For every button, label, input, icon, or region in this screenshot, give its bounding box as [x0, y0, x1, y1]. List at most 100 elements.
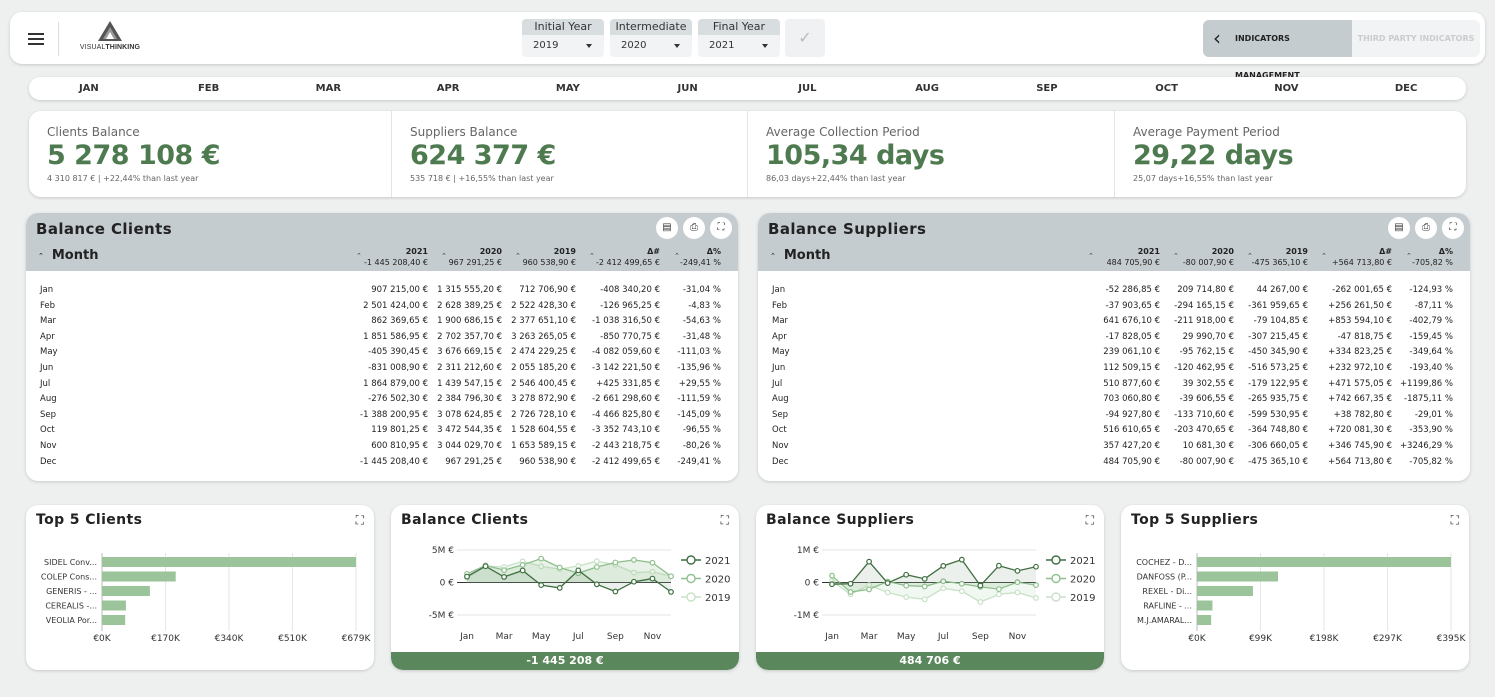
legend-label[interactable]: 2020 [705, 575, 730, 586]
data-point[interactable] [903, 582, 910, 589]
month-tab-nov[interactable]: NOV [1227, 77, 1347, 100]
data-point[interactable] [556, 585, 563, 591]
data-point[interactable] [556, 564, 563, 571]
legend-label[interactable]: 2021 [1070, 556, 1095, 567]
month-tab-dec[interactable]: DEC [1346, 77, 1466, 100]
data-point[interactable] [649, 575, 656, 582]
data-point[interactable] [884, 580, 891, 586]
data-point[interactable] [593, 581, 600, 588]
table-row[interactable]: Jun 112 509,15 € -120 462,95 € -516 573,25 … [758, 361, 1470, 377]
data-point[interactable] [464, 573, 470, 580]
month-tab-jul[interactable]: JUL [748, 77, 868, 100]
expand-icon[interactable]: ⛶ [710, 217, 732, 239]
month-tab-mar[interactable]: MAR [269, 77, 389, 100]
sort-icon[interactable]: ⌃ [1088, 253, 1094, 260]
table-row[interactable]: Oct 516 610,65 € -203 470,65 € -364 748,80 … [758, 423, 1470, 439]
column-header[interactable]: Δ% -249,41 % [680, 246, 721, 268]
month-tab-oct[interactable]: OCT [1107, 77, 1227, 100]
table-row[interactable]: Jun -831 008,90 € 2 311 212,60 € 2 055 185,… [26, 361, 738, 377]
data-point[interactable] [631, 578, 637, 585]
indicators-management-button[interactable]: ‹ INDICATORS MANAGEMENT [1203, 20, 1352, 80]
export-pdf-icon[interactable]: ⎙ [683, 217, 705, 239]
month-tab-sep[interactable]: SEP [987, 77, 1107, 100]
data-point[interactable] [903, 594, 910, 601]
data-point[interactable] [1033, 563, 1039, 570]
data-point[interactable] [612, 559, 619, 566]
sort-icon[interactable]: ⌃ [1173, 253, 1179, 260]
intermediate-year-value[interactable]: 2020 [610, 35, 692, 57]
bar[interactable] [102, 600, 126, 611]
table-row[interactable]: Feb -37 903,65 € -294 165,15 € -361 959,65 … [758, 299, 1470, 315]
table-row[interactable]: Nov 600 810,95 € 3 044 029,70 € 1 653 589,1… [26, 439, 738, 455]
menu-icon[interactable] [28, 33, 44, 45]
month-column-header[interactable]: ⌃ Month [38, 248, 98, 263]
data-point[interactable] [903, 571, 910, 578]
data-point[interactable] [847, 589, 854, 595]
data-point[interactable] [977, 582, 984, 589]
data-point[interactable] [1033, 582, 1039, 589]
legend-label[interactable]: 2019 [1070, 593, 1095, 604]
final-year-value[interactable]: 2021 [698, 35, 780, 57]
bar[interactable] [1197, 557, 1451, 567]
table-row[interactable]: Aug -276 502,30 € 2 384 796,30 € 3 278 872,… [26, 392, 738, 408]
column-header[interactable]: Δ# +564 713,80 € [1332, 246, 1392, 268]
data-point[interactable] [501, 573, 507, 580]
sort-icon[interactable]: ⌃ [515, 253, 521, 260]
legend-label[interactable]: 2021 [705, 556, 730, 567]
expand-icon[interactable]: ⛶ [1442, 217, 1464, 239]
data-point[interactable] [996, 591, 1002, 598]
table-row[interactable]: Feb 2 501 424,00 € 2 628 389,25 € 2 522 428… [26, 299, 738, 315]
column-header[interactable]: Δ# -2 412 499,65 € [596, 246, 660, 268]
data-point[interactable] [884, 589, 891, 596]
initial-year-value[interactable]: 2019 [522, 35, 604, 57]
data-point[interactable] [921, 575, 928, 582]
data-point[interactable] [847, 580, 854, 587]
column-header[interactable]: 2021 -1 445 208,40 € [364, 246, 428, 268]
legend-label[interactable]: 2020 [1070, 575, 1095, 586]
bar[interactable] [102, 571, 176, 582]
table-row[interactable]: Dec -1 445 208,40 € 967 291,25 € 960 538,90… [26, 455, 738, 471]
table-row[interactable]: Aug 703 060,80 € -39 606,55 € -265 935,75 €… [758, 392, 1470, 408]
initial-year-select[interactable]: Initial Year 2019 [522, 19, 604, 57]
column-header[interactable]: 2020 967 291,25 € [449, 246, 502, 268]
month-tab-aug[interactable]: AUG [867, 77, 987, 100]
bar[interactable] [1197, 571, 1279, 582]
data-point[interactable] [668, 573, 674, 580]
table-row[interactable]: Oct 119 801,25 € 3 472 544,35 € 1 528 604,5… [26, 423, 738, 439]
data-point[interactable] [829, 572, 835, 579]
data-point[interactable] [501, 567, 507, 574]
data-point[interactable] [940, 585, 947, 592]
data-point[interactable] [977, 599, 984, 605]
month-tab-jan[interactable]: JAN [29, 77, 149, 100]
bar[interactable] [102, 615, 126, 625]
data-point[interactable] [1033, 595, 1039, 601]
bar[interactable] [1197, 600, 1213, 611]
data-point[interactable] [921, 583, 928, 590]
data-point[interactable] [538, 555, 545, 562]
column-header[interactable]: Δ% -705,82 % [1412, 246, 1453, 268]
data-point[interactable] [1014, 589, 1021, 596]
data-point[interactable] [593, 564, 600, 570]
month-tab-feb[interactable]: FEB [149, 77, 269, 100]
data-point[interactable] [538, 582, 545, 589]
month-tab-jun[interactable]: JUN [628, 77, 748, 100]
table-row[interactable]: Jan -52 286,85 € 209 714,80 € 44 267,00 € -2… [758, 283, 1470, 299]
data-point[interactable] [1014, 567, 1021, 574]
data-point[interactable] [940, 562, 947, 569]
table-row[interactable]: Apr 1 851 586,95 € 2 702 357,70 € 3 263 265… [26, 330, 738, 346]
bar[interactable] [102, 557, 356, 567]
table-row[interactable]: Mar 862 369,65 € 1 900 686,15 € 2 377 651,1… [26, 314, 738, 330]
data-point[interactable] [519, 562, 526, 568]
third-party-indicators-button[interactable]: THIRD PARTY INDICATORS [1352, 20, 1480, 57]
data-point[interactable] [996, 562, 1002, 569]
table-row[interactable]: Sep -1 388 200,95 € 3 078 624,85 € 2 726 72… [26, 408, 738, 424]
sort-icon[interactable]: ⌃ [589, 253, 595, 260]
table-row[interactable]: Apr -17 828,05 € 29 990,70 € -307 215,45 € -… [758, 330, 1470, 346]
bar[interactable] [1197, 615, 1212, 625]
data-point[interactable] [593, 558, 600, 565]
month-tab-may[interactable]: MAY [508, 77, 628, 100]
sort-icon[interactable]: ⌃ [356, 253, 362, 260]
data-point[interactable] [649, 559, 656, 566]
data-point[interactable] [996, 586, 1002, 593]
apply-check-button[interactable]: ✓ [785, 19, 825, 57]
